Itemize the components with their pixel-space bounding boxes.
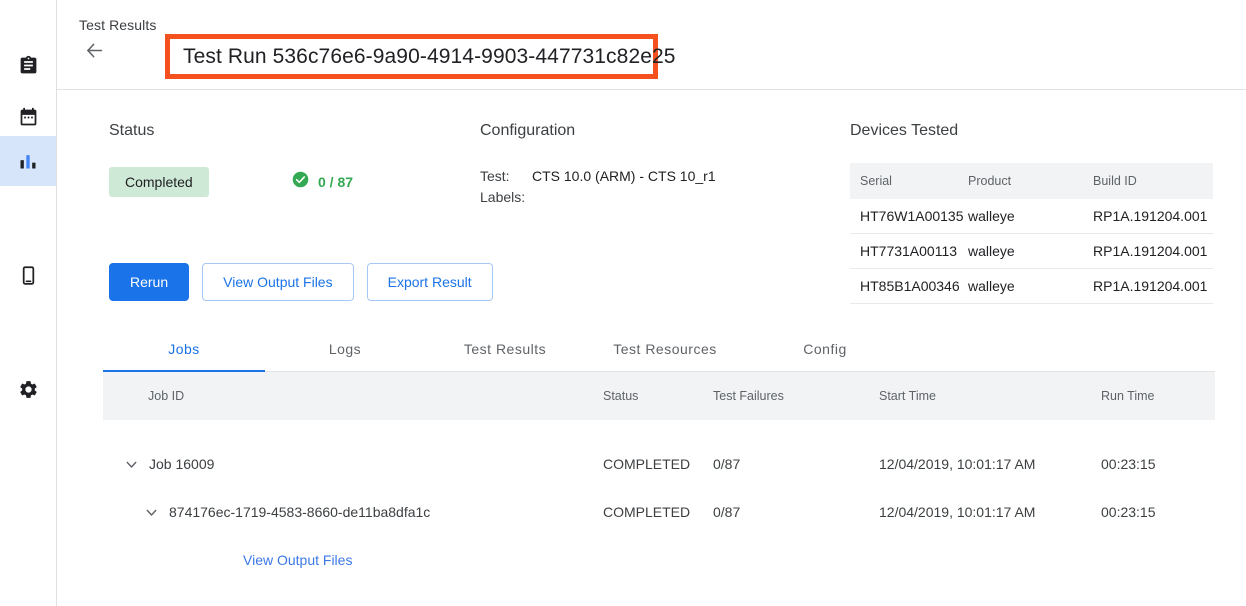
column-header-product: Product: [968, 163, 1093, 199]
column-header-serial: Serial: [850, 163, 968, 199]
device-build: RP1A.191204.001: [1093, 199, 1213, 234]
status-section: Status Completed 0 / 87: [109, 122, 469, 197]
app-sidebar: [0, 0, 57, 606]
devices-tested-heading: Devices Tested: [850, 122, 1213, 140]
configuration-section: Configuration Test: CTS 10.0 (ARM) - CTS…: [480, 122, 880, 208]
phone-icon: [18, 265, 39, 286]
view-output-files-link[interactable]: View Output Files: [243, 552, 352, 568]
arrow-left-icon: [84, 40, 105, 66]
back-button[interactable]: [79, 38, 109, 68]
devices-header-row: Serial Product Build ID: [850, 163, 1213, 199]
device-build: RP1A.191204.001: [1093, 269, 1213, 304]
configuration-list: Test: CTS 10.0 (ARM) - CTS 10_r1 Labels:: [480, 166, 880, 208]
device-build: RP1A.191204.001: [1093, 234, 1213, 269]
page-body: Status Completed 0 / 87 Rerun View Outpu…: [57, 90, 1246, 606]
config-row-labels: Labels:: [480, 187, 880, 208]
device-serial: HT7731A00113: [850, 234, 968, 269]
device-product: walleye: [968, 199, 1093, 234]
device-serial: HT85B1A00346: [850, 269, 968, 304]
job-status: COMPLETED: [603, 504, 713, 520]
job-run-time: 00:23:15: [1101, 456, 1215, 472]
config-key: Labels:: [480, 187, 532, 208]
table-row: HT7731A00113 walleye RP1A.191204.001: [850, 234, 1213, 269]
column-header-start-time: Start Time: [879, 389, 1101, 403]
chevron-down-icon[interactable]: [139, 500, 163, 524]
table-row[interactable]: Job 16009 COMPLETED 0/87 12/04/2019, 10:…: [103, 440, 1215, 488]
config-value: CTS 10.0 (ARM) - CTS 10_r1: [532, 166, 716, 187]
tab-test-results[interactable]: Test Results: [425, 326, 585, 372]
page-title: Test Run 536c76e6-9a90-4914-9903-447731c…: [183, 45, 676, 69]
jobs-table-header: Job ID Status Test Failures Start Time R…: [103, 372, 1215, 420]
table-row[interactable]: 874176ec-1719-4583-8660-de11ba8dfa1c COM…: [103, 488, 1215, 536]
export-result-button[interactable]: Export Result: [367, 263, 493, 301]
status-heading: Status: [109, 122, 469, 140]
sidebar-item-test-plans[interactable]: [0, 40, 56, 90]
devices-table-header: Serial Product Build ID: [850, 163, 1213, 199]
job-attempt-id: 874176ec-1719-4583-8660-de11ba8dfa1c: [169, 504, 430, 520]
calendar-icon: [18, 107, 39, 128]
job-run-time: 00:23:15: [1101, 504, 1215, 520]
page-header: Test Results Test Run 536c76e6-9a90-4914…: [57, 0, 1246, 90]
device-serial: HT76W1A00135: [850, 199, 968, 234]
config-key: Test:: [480, 166, 532, 187]
configuration-heading: Configuration: [480, 122, 880, 140]
job-sub-actions: View Output Files: [103, 536, 1215, 584]
job-status: COMPLETED: [603, 456, 713, 472]
sidebar-item-settings[interactable]: [0, 364, 56, 414]
detail-tabs: Jobs Logs Test Results Test Resources Co…: [103, 326, 1215, 372]
tab-test-resources[interactable]: Test Resources: [585, 326, 745, 372]
status-badge: Completed: [109, 167, 209, 197]
table-row: HT76W1A00135 walleye RP1A.191204.001: [850, 199, 1213, 234]
breadcrumb: Test Results: [79, 17, 156, 33]
job-failures: 0/87: [713, 504, 879, 520]
device-product: walleye: [968, 269, 1093, 304]
column-header-test-failures: Test Failures: [713, 389, 879, 403]
sidebar-item-schedules[interactable]: [0, 92, 56, 142]
column-header-run-time: Run Time: [1101, 389, 1215, 403]
page-title-highlight: Test Run 536c76e6-9a90-4914-9903-447731c…: [165, 34, 658, 79]
column-header-status: Status: [603, 389, 713, 403]
view-output-files-button[interactable]: View Output Files: [202, 263, 353, 301]
job-id: Job 16009: [149, 456, 214, 472]
gear-icon: [18, 379, 39, 400]
table-row: HT85B1A00346 walleye RP1A.191204.001: [850, 269, 1213, 304]
devices-table: Serial Product Build ID HT76W1A00135 wal…: [850, 163, 1213, 304]
rerun-button[interactable]: Rerun: [109, 263, 189, 301]
check-circle-icon: [292, 171, 309, 193]
device-product: walleye: [968, 234, 1093, 269]
tab-logs[interactable]: Logs: [265, 326, 425, 372]
sidebar-item-results[interactable]: [0, 136, 56, 186]
pass-fail-summary: 0 / 87: [292, 171, 353, 193]
job-start-time: 12/04/2019, 10:01:17 AM: [879, 504, 1101, 520]
chevron-down-icon[interactable]: [119, 452, 143, 476]
job-failures: 0/87: [713, 456, 879, 472]
config-row-test: Test: CTS 10.0 (ARM) - CTS 10_r1: [480, 166, 880, 187]
jobs-table: Job ID Status Test Failures Start Time R…: [103, 372, 1215, 584]
sidebar-item-devices[interactable]: [0, 250, 56, 300]
devices-table-body: HT76W1A00135 walleye RP1A.191204.001 HT7…: [850, 199, 1213, 304]
job-start-time: 12/04/2019, 10:01:17 AM: [879, 456, 1101, 472]
tab-config[interactable]: Config: [745, 326, 905, 372]
title-row: [79, 38, 109, 68]
clipboard-icon: [18, 55, 39, 76]
status-summary: Completed 0 / 87: [109, 167, 469, 197]
tab-jobs[interactable]: Jobs: [103, 326, 265, 372]
test-run-detail-page: Test Results Test Run 536c76e6-9a90-4914…: [0, 0, 1246, 606]
devices-tested-section: Devices Tested Serial Product Build ID H…: [850, 122, 1213, 304]
action-buttons: Rerun View Output Files Export Result: [109, 263, 493, 301]
pass-fail-count: 0 / 87: [318, 174, 353, 190]
bar-chart-icon: [18, 151, 38, 171]
column-header-build-id: Build ID: [1093, 163, 1213, 199]
column-header-job-id: Job ID: [103, 389, 603, 403]
